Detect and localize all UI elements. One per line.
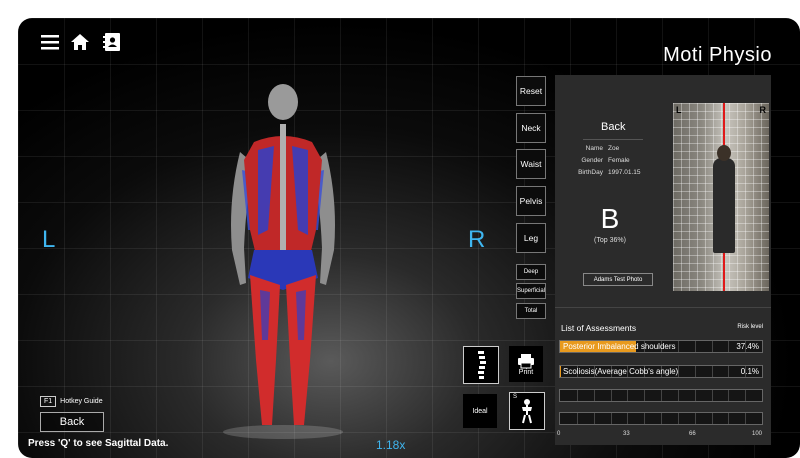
hotkey-label: Hotkey Guide: [60, 398, 103, 405]
superficial-layer-button[interactable]: Superficial: [516, 283, 546, 299]
sagittal-figure-button[interactable]: S: [509, 392, 545, 430]
adams-test-photo-button[interactable]: Adams Test Photo: [583, 273, 653, 286]
bar-segment: [644, 413, 646, 424]
bar-segment: [694, 390, 696, 401]
photo-right-label: R: [759, 105, 767, 115]
assessment-row[interactable]: [559, 389, 763, 402]
bar-segment: [677, 413, 679, 424]
bar-segment: [711, 366, 713, 377]
menu-icon[interactable]: [40, 32, 62, 54]
spine-icon: [478, 351, 486, 379]
print-label: Print: [518, 368, 534, 376]
ideal-button[interactable]: Ideal: [463, 394, 497, 428]
posture-grade: B: [600, 203, 620, 234]
bar-segment: [576, 390, 578, 401]
bar-segment: [576, 413, 578, 424]
photo-left-label: L: [676, 105, 682, 115]
scale-tick: 0: [557, 431, 561, 437]
assessment-row[interactable]: [559, 412, 763, 425]
bar-segment: [728, 390, 730, 401]
bar-segment: [745, 390, 747, 401]
assessment-label: Scoliosis(Average Cobb's angle): [563, 367, 679, 376]
left-side-label: L: [42, 226, 56, 253]
bar-segment: [728, 366, 730, 377]
photo-person-head: [717, 145, 731, 161]
bar-segment: [677, 390, 679, 401]
assessment-value: 37.4%: [736, 342, 759, 351]
photo-person: [713, 158, 735, 253]
birthday-label: BirthDay: [578, 169, 603, 176]
assessment-label: Posterior Imbalanced shoulders: [563, 342, 676, 351]
birthday-value: 1997.01.15: [608, 169, 641, 176]
scale-tick: 100: [752, 431, 763, 437]
posture-photo[interactable]: L R: [673, 103, 769, 291]
skeleton-icon: [522, 399, 532, 424]
assessment-row[interactable]: Scoliosis(Average Cobb's angle) 0.1%: [559, 365, 763, 378]
bar-segment: [694, 413, 696, 424]
divider: [583, 139, 643, 140]
assessment-row[interactable]: Posterior Imbalanced shoulders 37.4%: [559, 340, 763, 353]
grade-note: (Top 36%): [594, 237, 626, 244]
app-viewport: Moti Physio L R F1 Hotkey Guide Back Pre…: [18, 18, 800, 458]
contacts-icon[interactable]: [102, 32, 124, 54]
bar-segment: [711, 413, 713, 424]
home-icon[interactable]: [70, 32, 92, 54]
bar-segment: [610, 413, 612, 424]
bar-segment: [610, 390, 612, 401]
info-panel: Back Name Zoe Gender Female BirthDay 1997.0…: [555, 75, 771, 445]
name-value: Zoe: [608, 145, 620, 152]
waist-view-button[interactable]: Waist: [516, 149, 546, 179]
bar-segment: [728, 341, 730, 352]
profile-back-button[interactable]: Back: [601, 121, 625, 133]
bar-segment: [677, 341, 679, 352]
bar-segment: [661, 390, 662, 401]
bar-segment: [627, 390, 629, 401]
bar-segment: [627, 413, 629, 424]
bar-segment: [661, 413, 662, 424]
assessment-value: 0.1%: [740, 367, 759, 376]
name-label: Name: [585, 145, 603, 152]
spine-view-button[interactable]: [463, 346, 499, 384]
sagittal-hint: Press 'Q' to see Sagittal Data.: [28, 438, 169, 449]
printer-icon: [518, 353, 534, 368]
back-button[interactable]: Back: [40, 412, 104, 432]
deep-layer-button[interactable]: Deep: [516, 264, 546, 280]
bar-segment: [694, 341, 696, 352]
bar-segment: [593, 390, 595, 401]
profile-fields: Name Zoe Gender Female BirthDay 1997.01.15: [563, 145, 673, 176]
bar-segment: [728, 413, 730, 424]
bar-segment: [694, 366, 696, 377]
risk-level-header: Risk level: [737, 324, 763, 330]
print-button[interactable]: Print: [509, 346, 543, 382]
assessments-title: List of Assessments: [561, 323, 637, 333]
hotkey-key: F1: [40, 396, 57, 407]
right-side-label: R: [468, 226, 486, 253]
neck-view-button[interactable]: Neck: [516, 113, 546, 143]
reset-view-button[interactable]: Reset: [516, 76, 546, 106]
bar-segment: [711, 390, 713, 401]
bar-segment: [711, 341, 713, 352]
s-label: S: [513, 394, 518, 400]
total-layer-button[interactable]: Total: [516, 303, 546, 319]
scale-tick: 66: [689, 431, 696, 437]
pelvis-view-button[interactable]: Pelvis: [516, 186, 546, 216]
brand-title: Moti Physio: [663, 44, 772, 66]
panel-divider: [555, 307, 771, 308]
zoom-level: 1.18x: [376, 438, 406, 452]
gender-value: Female: [608, 157, 630, 164]
bar-segment: [644, 390, 646, 401]
gender-label: Gender: [581, 157, 603, 164]
body-model[interactable]: [218, 80, 348, 440]
hotkey-guide[interactable]: F1 Hotkey Guide: [40, 396, 103, 407]
bar-segment: [593, 413, 595, 424]
scale-tick: 33: [623, 431, 630, 437]
leg-view-button[interactable]: Leg: [516, 223, 546, 253]
bar-segment: [745, 413, 747, 424]
